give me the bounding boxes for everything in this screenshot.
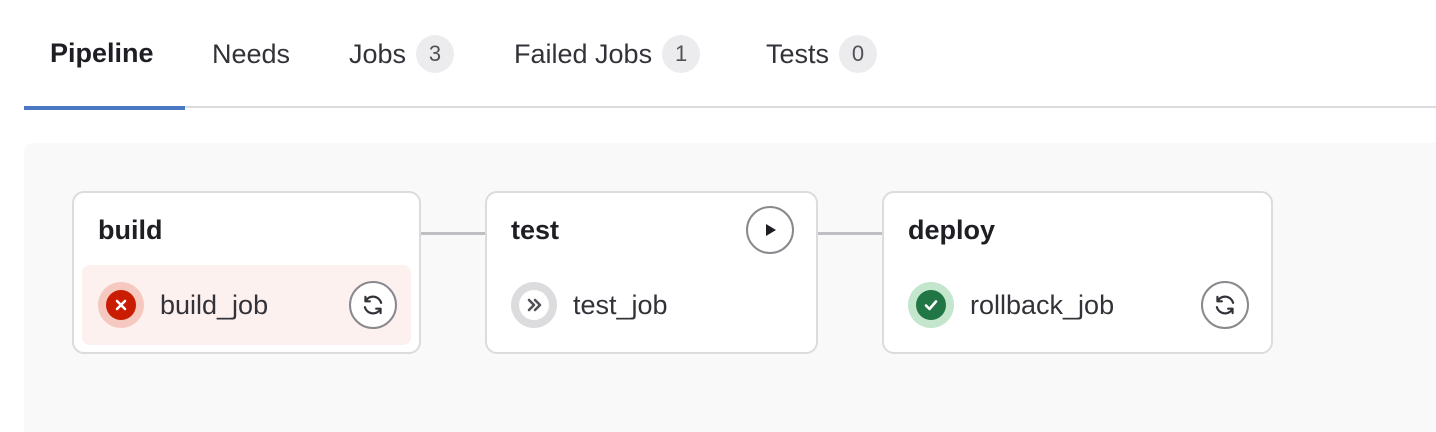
tab-pipeline[interactable]: Pipeline bbox=[24, 0, 185, 110]
retry-icon bbox=[363, 295, 383, 315]
play-icon bbox=[766, 224, 776, 236]
tab-pipeline-label: Pipeline bbox=[50, 37, 154, 68]
stage-deploy: deploy rollback_job bbox=[882, 191, 1273, 354]
tab-needs-label: Needs bbox=[212, 38, 291, 69]
job-build[interactable]: build_job bbox=[82, 265, 411, 345]
skipped-status-icon bbox=[511, 282, 557, 328]
failed-jobs-count-badge: 1 bbox=[662, 35, 701, 73]
tab-tests[interactable]: Tests 0 bbox=[766, 0, 878, 108]
job-name: test_job bbox=[573, 289, 668, 320]
job-rollback[interactable]: rollback_job bbox=[892, 265, 1263, 345]
jobs-count-badge: 3 bbox=[416, 35, 455, 73]
pipeline-tabs: Pipeline Needs Jobs 3 Failed Jobs 1 Test… bbox=[24, 0, 1436, 110]
success-status-icon bbox=[908, 282, 954, 328]
tests-count-badge: 0 bbox=[839, 35, 878, 73]
retry-button[interactable] bbox=[1201, 281, 1249, 329]
tab-jobs-label: Jobs bbox=[349, 38, 407, 69]
tab-failed-jobs[interactable]: Failed Jobs 1 bbox=[514, 0, 701, 108]
tab-needs[interactable]: Needs bbox=[212, 0, 290, 108]
tab-tests-label: Tests bbox=[766, 38, 830, 69]
failed-status-icon bbox=[98, 282, 144, 328]
retry-button[interactable] bbox=[349, 281, 397, 329]
tab-jobs[interactable]: Jobs 3 bbox=[349, 0, 455, 108]
stage-title: deploy bbox=[908, 215, 996, 245]
stage-title: build bbox=[98, 215, 163, 245]
job-name: build_job bbox=[160, 289, 269, 320]
stage-title: test bbox=[511, 215, 560, 245]
stage-test: test test_job bbox=[485, 191, 818, 354]
play-stage-button[interactable] bbox=[746, 206, 794, 254]
job-test[interactable]: test_job bbox=[495, 265, 808, 345]
retry-icon bbox=[1215, 295, 1235, 315]
job-name: rollback_job bbox=[970, 289, 1115, 320]
tab-failed-jobs-label: Failed Jobs bbox=[514, 38, 653, 69]
stage-build: build build_job bbox=[72, 191, 421, 354]
stage-connector bbox=[419, 232, 487, 235]
stage-connector bbox=[816, 232, 884, 235]
